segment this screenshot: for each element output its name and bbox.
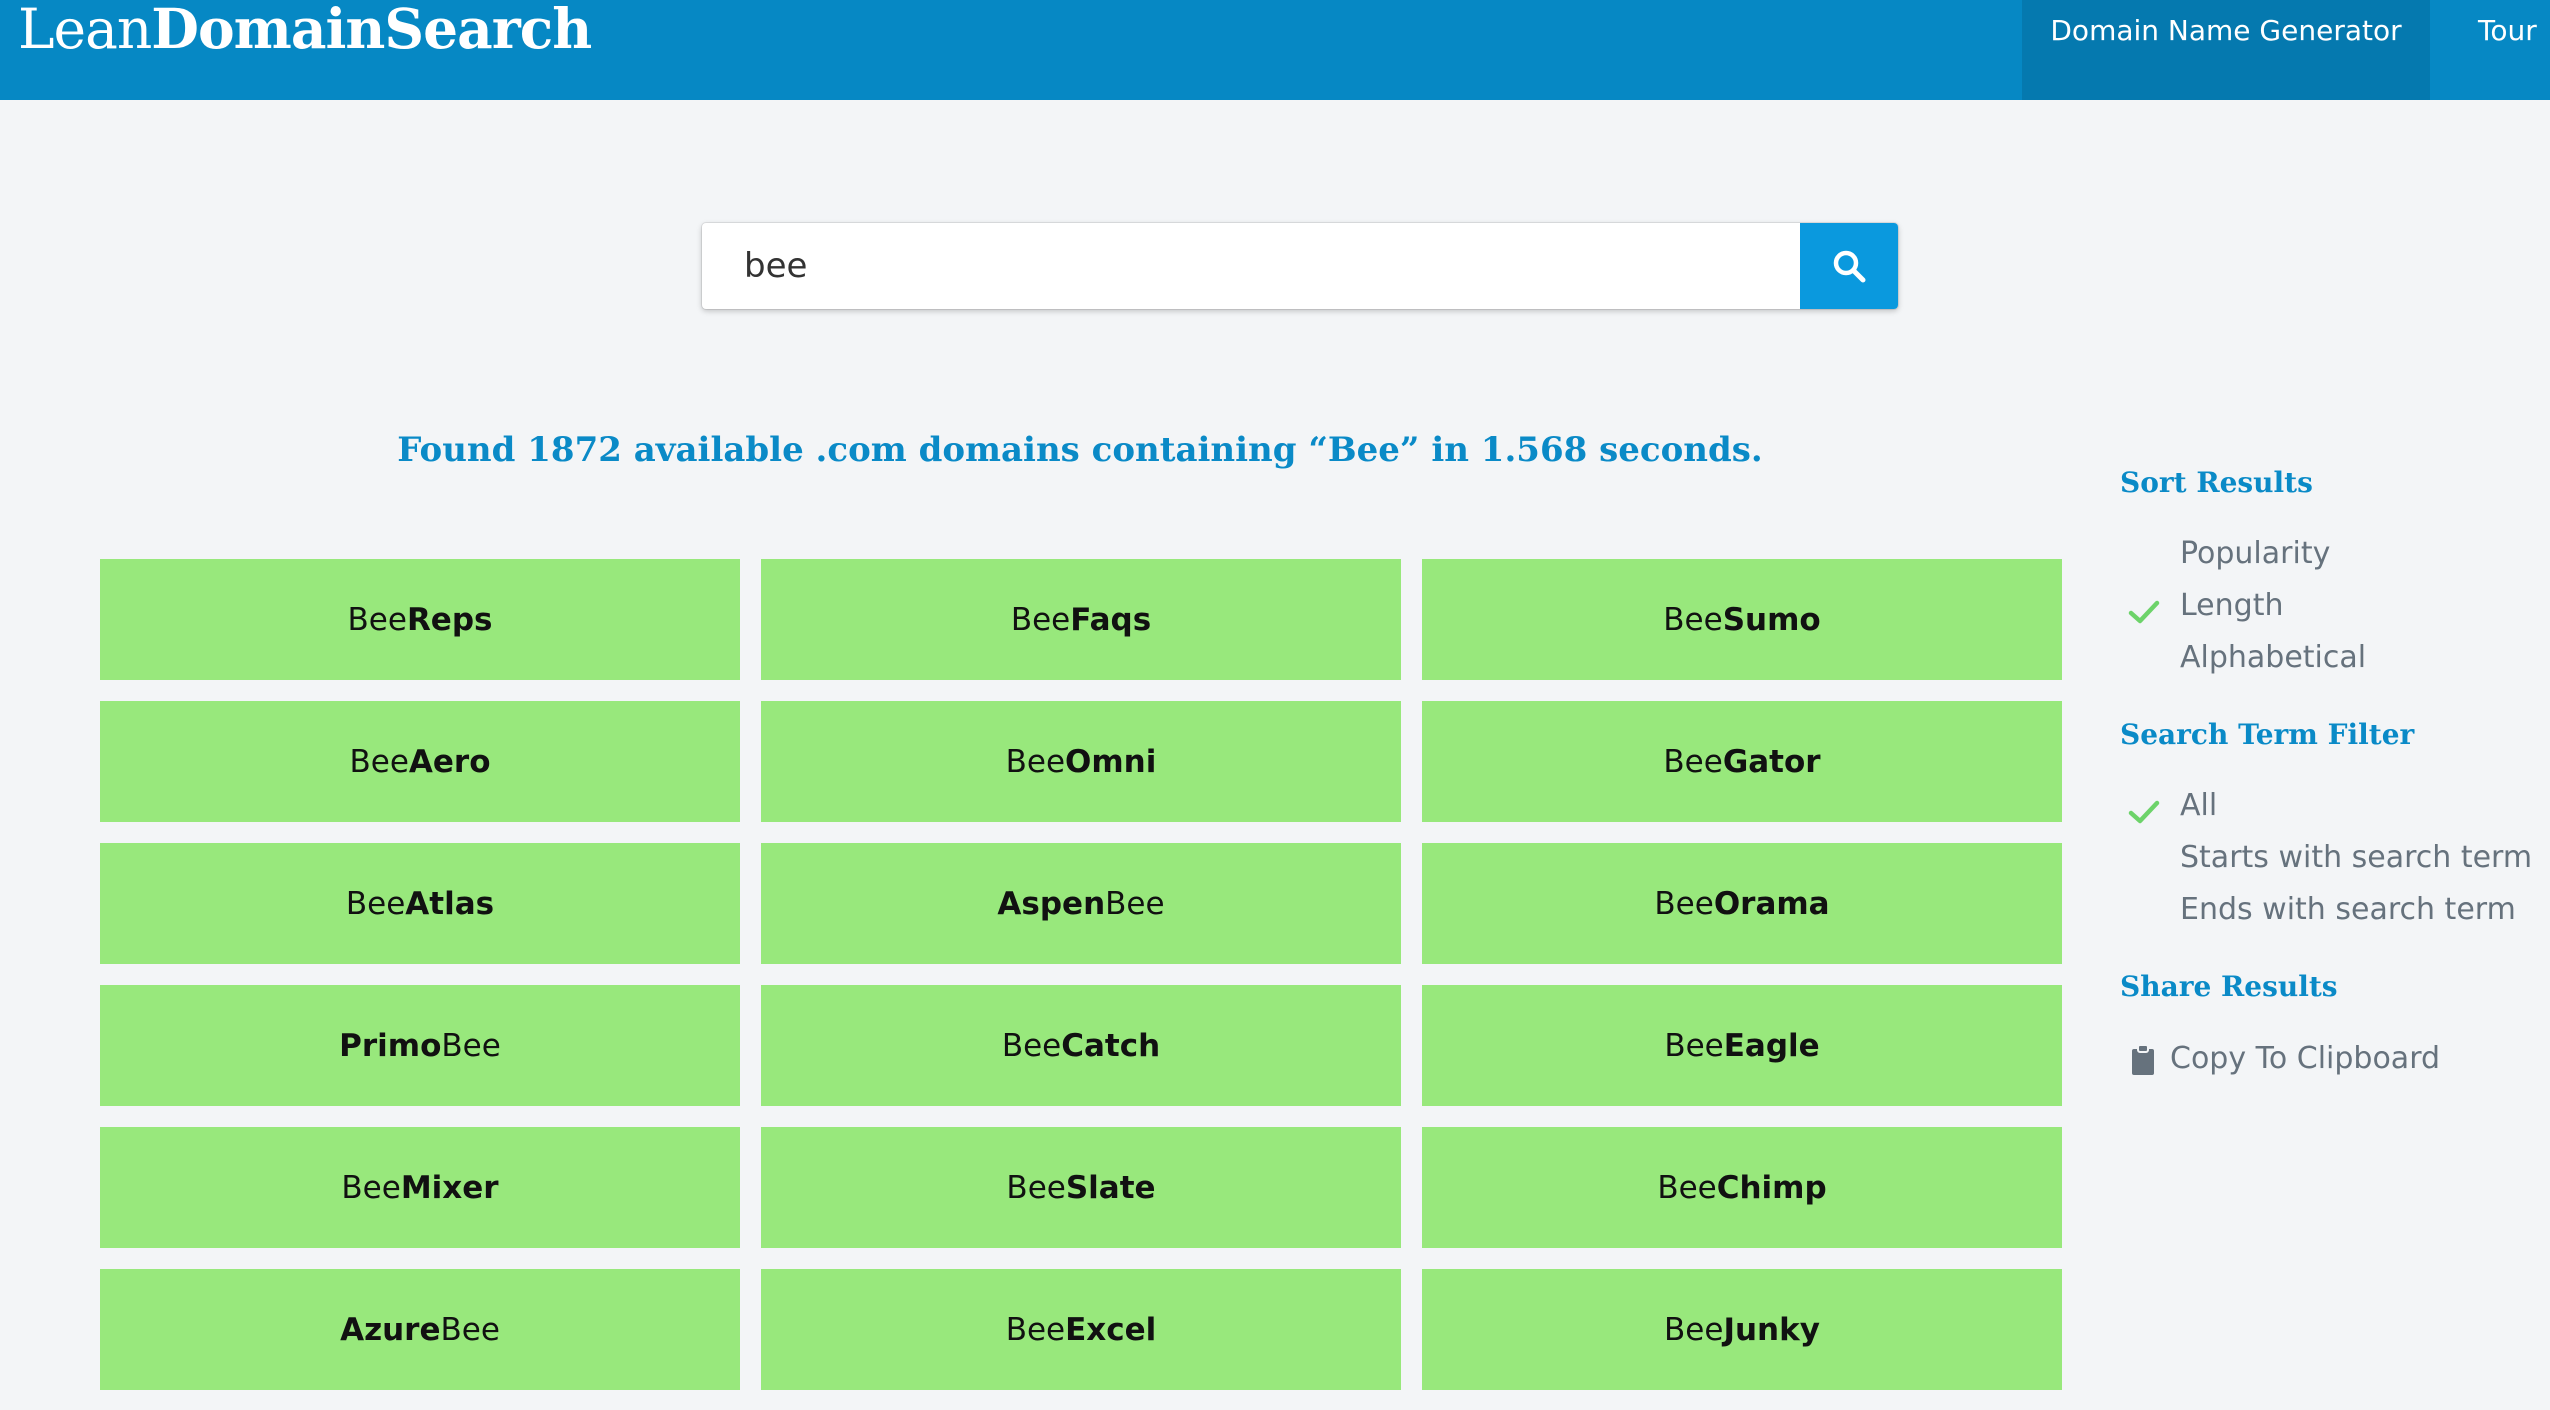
- domain-bold-part: Sumo: [1722, 601, 1821, 638]
- domain-bold-part: Faqs: [1070, 601, 1152, 638]
- domain-plain-prefix: Bee: [349, 743, 409, 780]
- domain-plain-prefix: Bee: [1005, 1311, 1066, 1348]
- domain-tile[interactable]: Bee Eagle: [1422, 985, 2062, 1106]
- clipboard-icon: [2132, 1044, 2154, 1075]
- search-input[interactable]: [702, 223, 1787, 309]
- domain-plain-prefix: Bee: [341, 1169, 401, 1206]
- domain-bold-part: Junky: [1723, 1311, 1820, 1348]
- domain-plain-prefix: Bee: [1001, 1027, 1062, 1064]
- filter-option-label: Starts with search term: [2180, 840, 2533, 875]
- domain-tile[interactable]: Primo Bee: [100, 985, 740, 1106]
- results-summary: Found 1872 available .com domains contai…: [397, 430, 1763, 470]
- domain-plain-prefix: Bee: [1006, 1169, 1066, 1206]
- logo-light-text: Lean: [18, 0, 152, 61]
- domain-bold-part: Orama: [1713, 885, 1830, 922]
- domain-bold-part: Primo: [339, 1027, 442, 1064]
- domain-plain-suffix: Bee: [1105, 885, 1165, 922]
- domain-tile[interactable]: Bee Junky: [1422, 1269, 2062, 1390]
- domain-plain-suffix: Bee: [441, 1027, 501, 1064]
- domain-plain-prefix: Bee: [1657, 1169, 1717, 1206]
- search-button[interactable]: [1800, 223, 1898, 309]
- domain-bold-part: Aspen: [997, 885, 1106, 922]
- nav-domain-name-generator[interactable]: Domain Name Generator: [2022, 0, 2430, 100]
- copy-to-clipboard-label: Copy To Clipboard: [2170, 1041, 2441, 1076]
- sort-option-label: Popularity: [2180, 536, 2331, 571]
- domain-tile[interactable]: Bee Mixer: [100, 1127, 740, 1248]
- domain-bold-part: Omni: [1065, 743, 1157, 780]
- domain-plain-prefix: Bee: [1663, 743, 1723, 780]
- domain-tile[interactable]: Bee Sumo: [1422, 559, 2062, 680]
- domain-plain-prefix: Bee: [1664, 1311, 1724, 1348]
- domain-plain-prefix: Bee: [1654, 885, 1714, 922]
- domain-tile[interactable]: Azure Bee: [100, 1269, 740, 1390]
- domain-tile[interactable]: Bee Orama: [1422, 843, 2062, 964]
- top-header: LeanDomainSearch Domain Name Generator T…: [0, 0, 2550, 100]
- nav-tour[interactable]: Tour: [2478, 0, 2550, 100]
- domain-tile[interactable]: Bee Slate: [761, 1127, 1401, 1248]
- domain-plain-prefix: Bee: [1010, 601, 1071, 638]
- logo-bold-text: DomainSearch: [151, 0, 592, 61]
- search-bar: [702, 223, 1898, 309]
- domain-bold-part: Catch: [1061, 1027, 1161, 1064]
- domain-plain-suffix: Bee: [440, 1311, 500, 1348]
- domain-bold-part: Eagle: [1723, 1027, 1820, 1064]
- share-results-title: Share Results: [2120, 970, 2338, 1003]
- domain-bold-part: Mixer: [400, 1169, 499, 1206]
- sort-option-label: Alphabetical: [2180, 640, 2367, 675]
- site-logo[interactable]: LeanDomainSearch: [18, 0, 592, 64]
- filter-option-label: Ends with search term: [2180, 892, 2516, 927]
- domain-bold-part: Slate: [1065, 1169, 1156, 1206]
- domain-bold-part: Excel: [1065, 1311, 1157, 1348]
- sort-results-title: Sort Results: [2120, 466, 2313, 499]
- domain-tile[interactable]: Bee Excel: [761, 1269, 1401, 1390]
- domain-tile[interactable]: Bee Aero: [100, 701, 740, 822]
- domain-tile[interactable]: Bee Gator: [1422, 701, 2062, 822]
- domain-bold-part: Aero: [408, 743, 491, 780]
- domain-plain-prefix: Bee: [345, 885, 406, 922]
- sort-option-label: Length: [2180, 588, 2284, 623]
- domain-plain-prefix: Bee: [347, 601, 407, 638]
- domain-plain-prefix: Bee: [1664, 1027, 1724, 1064]
- checkmark-icon: [2128, 800, 2160, 824]
- domain-grid: Bee Reps Bee Faqs Bee Sumo Bee Aero Bee Omni Bee Ga…: [100, 559, 2062, 1390]
- checkmark-icon: [2128, 600, 2160, 624]
- domain-bold-part: Reps: [406, 601, 493, 638]
- domain-bold-part: Gator: [1722, 743, 1821, 780]
- domain-plain-prefix: Bee: [1005, 743, 1066, 780]
- filter-option-label: All: [2180, 788, 2218, 823]
- domain-tile[interactable]: Bee Faqs: [761, 559, 1401, 680]
- domain-tile[interactable]: Bee Omni: [761, 701, 1401, 822]
- domain-tile[interactable]: Bee Atlas: [100, 843, 740, 964]
- domain-plain-prefix: Bee: [1663, 601, 1723, 638]
- domain-tile[interactable]: Bee Catch: [761, 985, 1401, 1106]
- domain-bold-part: Atlas: [405, 885, 495, 922]
- domain-bold-part: Azure: [340, 1311, 441, 1348]
- search-icon: [1833, 250, 1866, 283]
- domain-bold-part: Chimp: [1716, 1169, 1827, 1206]
- search-term-filter-title: Search Term Filter: [2120, 718, 2415, 751]
- domain-tile[interactable]: Aspen Bee: [761, 843, 1401, 964]
- domain-tile[interactable]: Bee Chimp: [1422, 1127, 2062, 1248]
- domain-tile[interactable]: Bee Reps: [100, 559, 740, 680]
